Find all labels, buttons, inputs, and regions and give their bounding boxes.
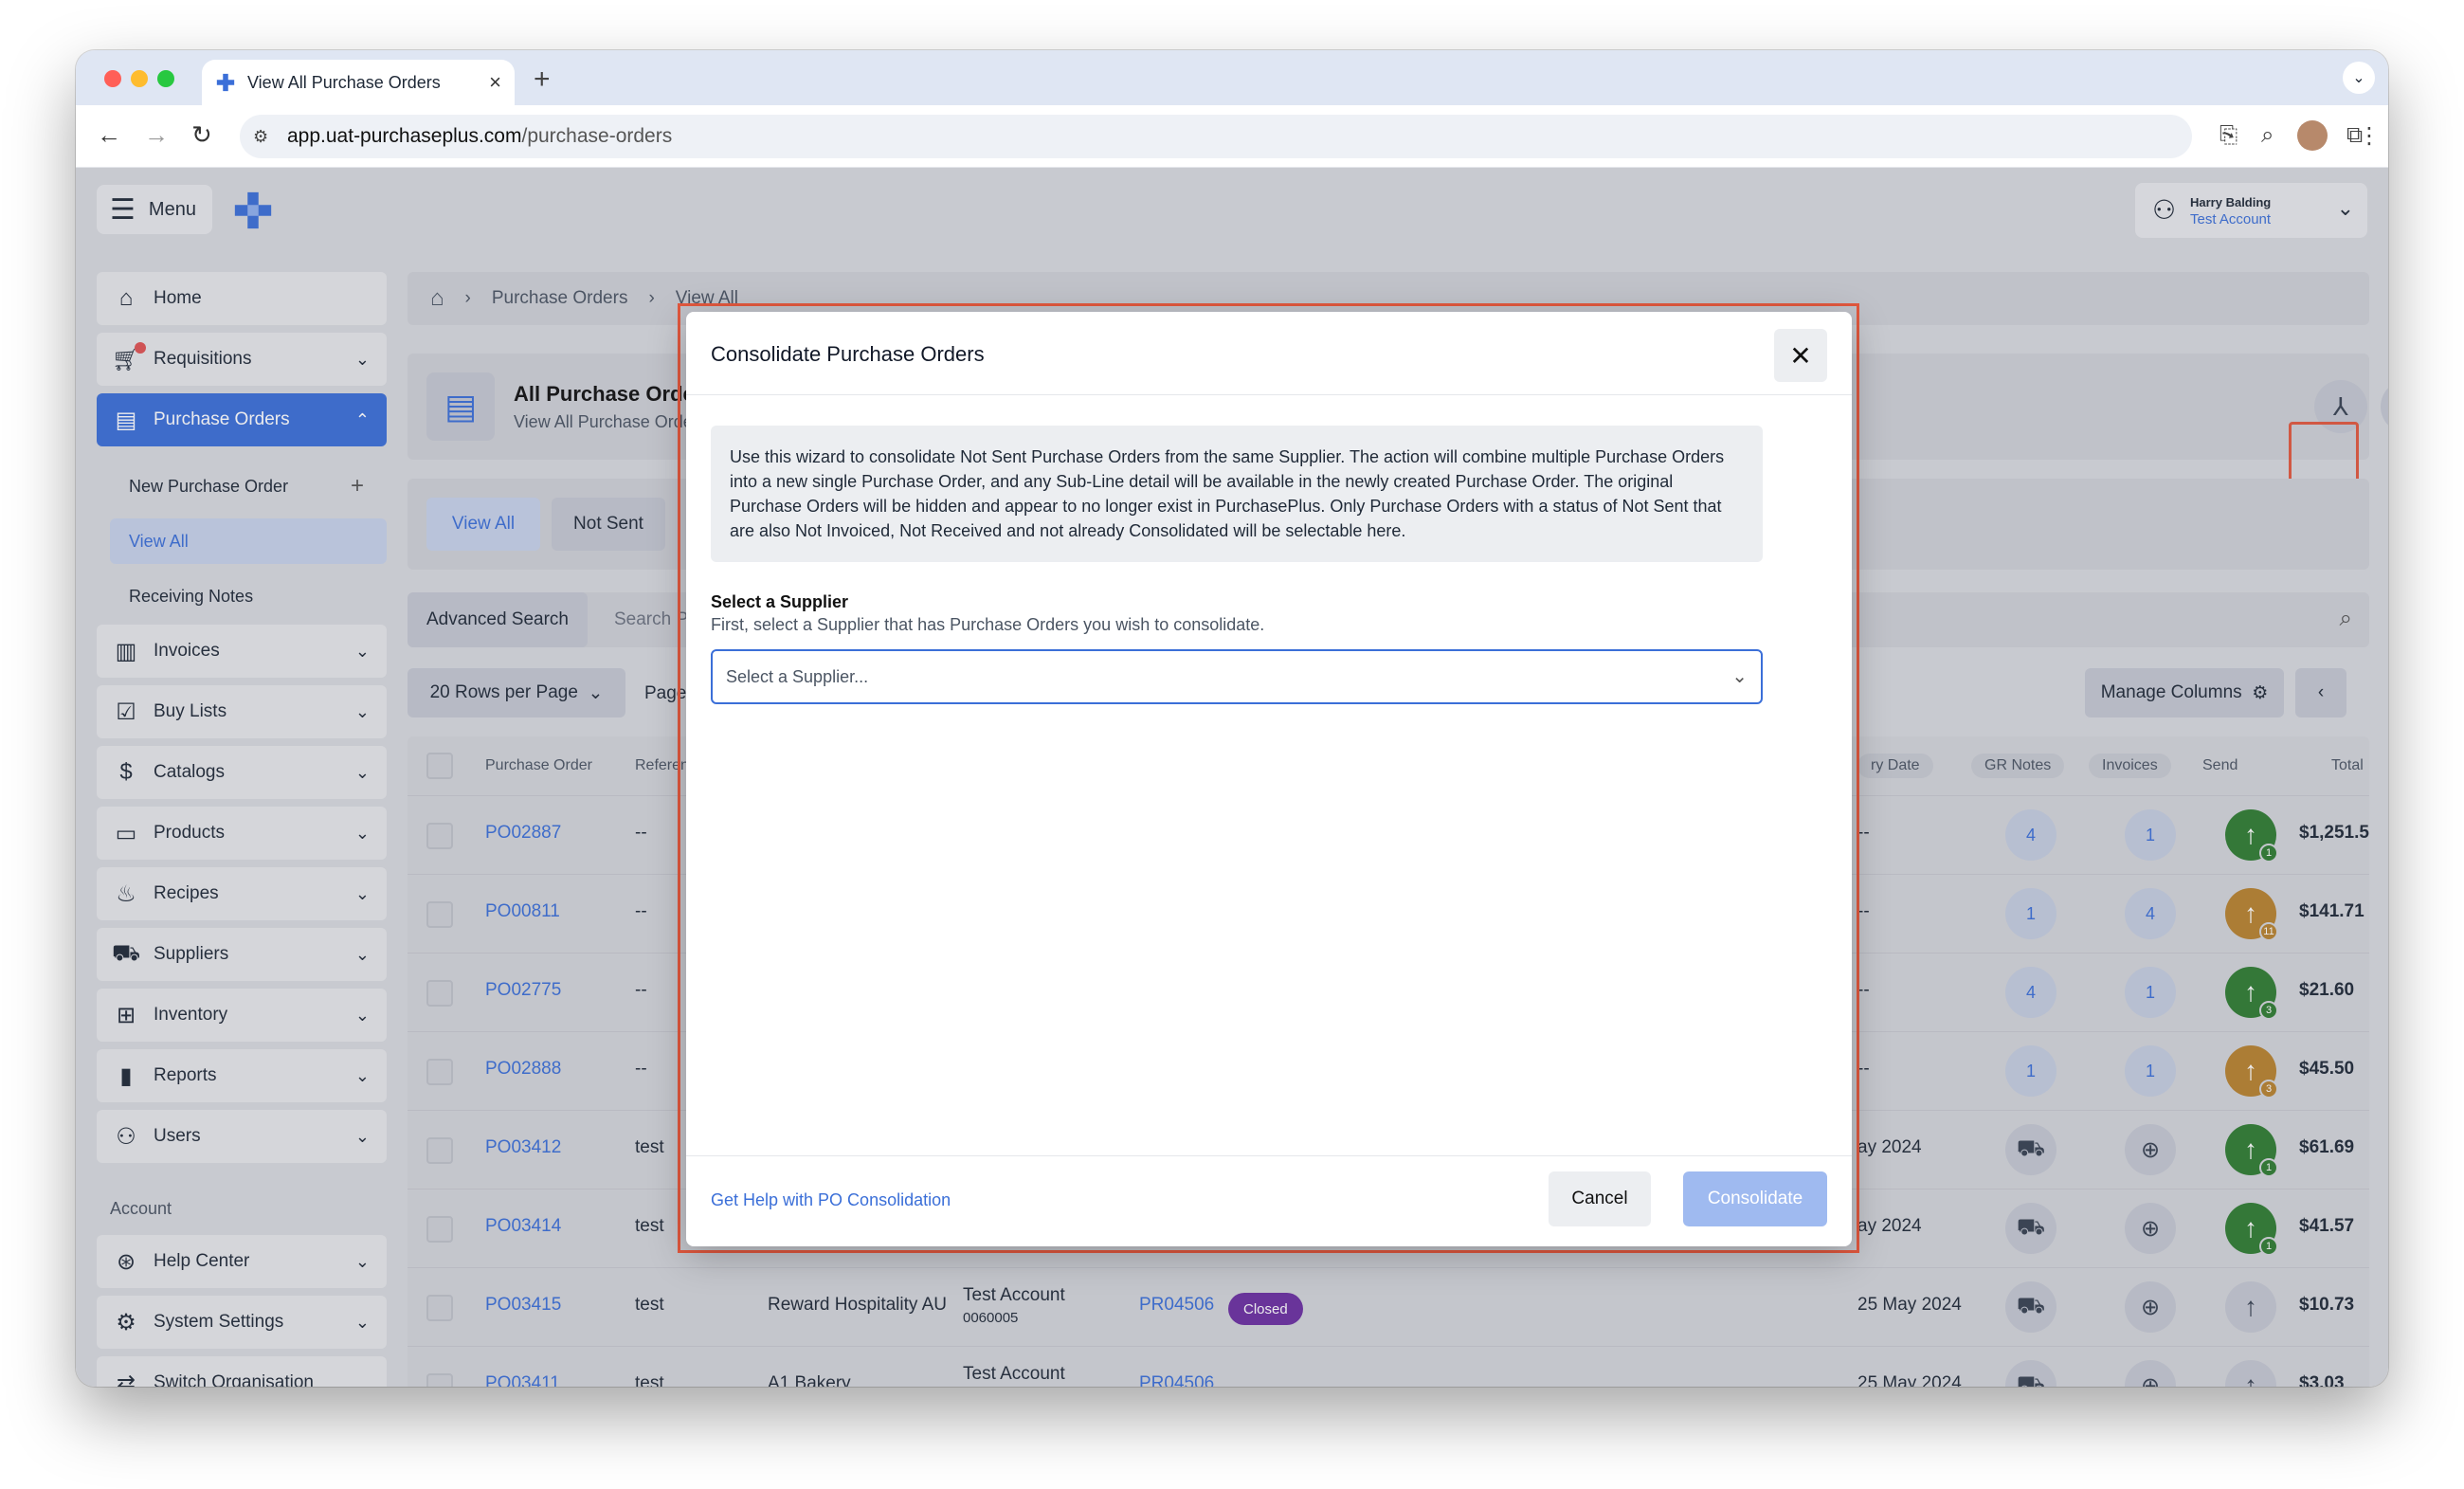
url-host: app.uat-purchaseplus.com [287, 125, 522, 147]
address-bar[interactable]: ⚙ app.uat-purchaseplus.com/purchase-orde… [240, 115, 2192, 158]
supplier-select-help: First, select a Supplier that has Purcha… [711, 615, 1265, 634]
back-icon[interactable]: ← [97, 120, 121, 150]
cancel-button[interactable]: Cancel [1549, 1171, 1651, 1226]
consolidate-modal: Consolidate Purchase Orders ✕ Use this w… [686, 312, 1852, 1246]
supplier-select[interactable]: Select a Supplier... ⌄ [711, 649, 1763, 704]
modal-footer: Get Help with PO Consolidation Cancel Co… [686, 1155, 1852, 1246]
purchaseplus-favicon-icon [216, 73, 235, 92]
tab-bar: View All Purchase Orders × + ⌄ [76, 50, 2388, 105]
modal-info: Use this wizard to consolidate Not Sent … [711, 426, 1763, 562]
po-consolidation-help-link[interactable]: Get Help with PO Consolidation [711, 1190, 951, 1210]
install-app-icon[interactable]: ⎘ [2219, 122, 2238, 149]
minimize-window-button[interactable] [131, 70, 148, 87]
chevron-down-icon: ⌄ [1731, 666, 1748, 687]
profile-avatar[interactable] [2297, 120, 2328, 151]
zoom-icon[interactable]: ⌕ [2261, 122, 2274, 149]
supplier-select-placeholder: Select a Supplier... [726, 666, 869, 686]
url-path: /purchase-orders [521, 125, 673, 147]
tab-search-icon[interactable]: ⌄ [2343, 62, 2375, 94]
forward-icon[interactable]: → [144, 120, 169, 150]
browser-window: View All Purchase Orders × + ⌄ ← → ↻ ⚙ a… [76, 50, 2388, 1387]
consolidate-button[interactable]: Consolidate [1683, 1171, 1827, 1226]
close-icon[interactable]: ✕ [1774, 329, 1827, 382]
site-settings-icon[interactable]: ⚙ [253, 127, 268, 147]
close-tab-icon[interactable]: × [489, 70, 501, 95]
reload-icon[interactable]: ↻ [191, 120, 212, 150]
browser-menu-icon[interactable]: ⋮ [2358, 122, 2381, 150]
modal-title: Consolidate Purchase Orders [711, 342, 985, 366]
supplier-select-label: Select a Supplier [711, 592, 849, 611]
modal-header: Consolidate Purchase Orders ✕ [686, 312, 1852, 395]
browser-tab[interactable]: View All Purchase Orders × [202, 60, 515, 105]
zoom-window-button[interactable] [157, 70, 174, 87]
tab-title: View All Purchase Orders [247, 72, 441, 92]
new-tab-icon[interactable]: + [534, 64, 551, 96]
browser-toolbar: ← → ↻ ⚙ app.uat-purchaseplus.com/purchas… [76, 105, 2388, 168]
close-window-button[interactable] [104, 70, 121, 87]
